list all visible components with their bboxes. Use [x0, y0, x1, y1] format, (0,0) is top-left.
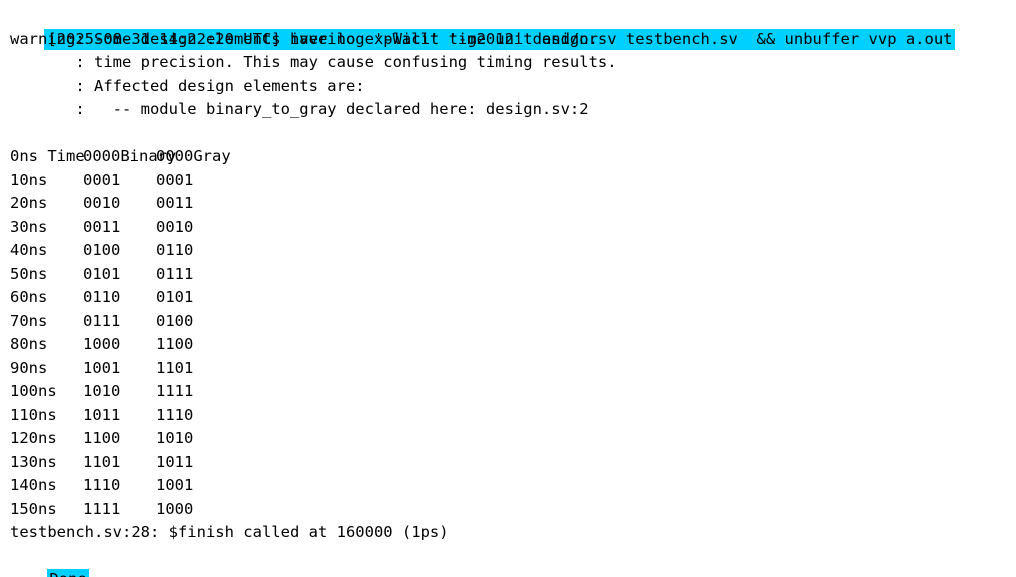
warning-line: : time precision. This may cause confusi… — [10, 53, 617, 71]
cell-time: 0ns — [10, 147, 38, 165]
table-row: 120ns 1100 1010 — [10, 427, 1016, 451]
table-row: 30ns 0011 0010 — [10, 216, 1016, 240]
table-row: 110ns 1011 1110 — [10, 404, 1016, 428]
table-row: 90ns 1001 1101 — [10, 357, 1016, 381]
cell-time: 140ns — [10, 476, 57, 494]
table-row: 10ns 0001 0001 — [10, 169, 1016, 193]
table-row: 80ns 1000 1100 — [10, 333, 1016, 357]
cell-binary: 1100 — [83, 429, 121, 447]
cell-time: 30ns — [10, 217, 48, 236]
cell-gray: 1101 — [156, 358, 194, 377]
cell-binary: 1111 — [83, 499, 121, 518]
cell-gray: 0111 — [156, 264, 194, 283]
header-gray: Gray — [193, 147, 231, 165]
table-row: 40ns 0100 0110 — [10, 239, 1016, 263]
table-row: 140ns 1110 1001 — [10, 474, 1016, 498]
cell-gray: 0011 — [156, 194, 194, 212]
cell-time: 50ns — [10, 264, 48, 283]
done-label: Done — [47, 569, 89, 577]
cell-gray: 0101 — [156, 288, 194, 306]
cell-binary: 0111 — [83, 311, 121, 330]
cell-gray: 0000 — [156, 147, 194, 165]
cell-binary: 1011 — [83, 405, 121, 424]
cell-gray: 0100 — [156, 311, 194, 330]
cell-gray: 1011 — [156, 452, 194, 471]
warning-line: : Affected design elements are: — [10, 76, 365, 95]
cell-binary: 0000 — [83, 147, 121, 165]
cell-gray: 0110 — [156, 241, 194, 259]
table-row: 20ns 0010 0011 — [10, 192, 1016, 216]
table-row: 60ns 0110 0101 — [10, 286, 1016, 310]
cell-time: 20ns — [10, 194, 48, 212]
cell-gray: 1100 — [156, 335, 194, 353]
cell-time: 80ns — [10, 335, 48, 353]
command-line-row: [2025-08-31 14:22:20 UTC] iverilog '-Wal… — [8, 4, 1016, 50]
cell-time: 40ns — [10, 241, 48, 259]
cell-time: 110ns — [10, 405, 57, 424]
table-row: 70ns 0111 0100 — [10, 310, 1016, 334]
finish-line: testbench.sv:28: $finish called at 16000… — [10, 523, 449, 541]
cell-time: 70ns — [10, 311, 48, 330]
cell-binary: 1110 — [83, 476, 121, 494]
cell-binary: 1101 — [83, 452, 121, 471]
table-row: 50ns 0101 0111 — [10, 263, 1016, 287]
cell-binary: 0011 — [83, 217, 121, 236]
cell-binary: 0110 — [83, 288, 121, 306]
cell-time: 10ns — [10, 170, 48, 189]
cell-gray: 1000 — [156, 499, 194, 518]
cell-gray: 1111 — [156, 382, 194, 400]
table-row: 0ns 0000 0000 — [10, 145, 1016, 169]
cell-binary: 1001 — [83, 358, 121, 377]
cell-time: 130ns — [10, 452, 57, 471]
cell-binary: 0001 — [83, 170, 121, 189]
cell-time: 120ns — [10, 429, 57, 447]
table-row: 150ns 1111 1000 — [10, 498, 1016, 522]
cell-binary: 0010 — [83, 194, 121, 212]
cell-gray: 0001 — [156, 170, 194, 189]
cell-gray: 0010 — [156, 217, 194, 236]
cell-gray: 1010 — [156, 429, 194, 447]
console-output: [2025-08-31 14:22:20 UTC] iverilog '-Wal… — [0, 0, 1016, 577]
table-header: Time Binary Gray — [10, 122, 1016, 165]
table-row: 130ns 1101 1011 — [10, 451, 1016, 475]
done-row: Done — [10, 545, 1016, 577]
cell-gray: 1001 — [156, 476, 194, 494]
cell-binary: 1000 — [83, 335, 121, 353]
cell-binary: 0101 — [83, 264, 121, 283]
cell-binary: 1010 — [83, 382, 121, 400]
cell-binary: 0100 — [83, 241, 121, 259]
table-row: 100ns 1010 1111 — [10, 380, 1016, 404]
table-body: 0ns 0000 0000 10ns 0001 0001 20ns 0010 0011 30ns 0… — [10, 145, 1016, 521]
cell-time: 90ns — [10, 358, 48, 377]
warning-line: : -- module binary_to_gray declared here… — [10, 100, 589, 118]
cell-gray: 1110 — [156, 405, 194, 424]
cell-time: 100ns — [10, 382, 57, 400]
cell-time: 150ns — [10, 499, 57, 518]
cell-time: 60ns — [10, 288, 48, 306]
